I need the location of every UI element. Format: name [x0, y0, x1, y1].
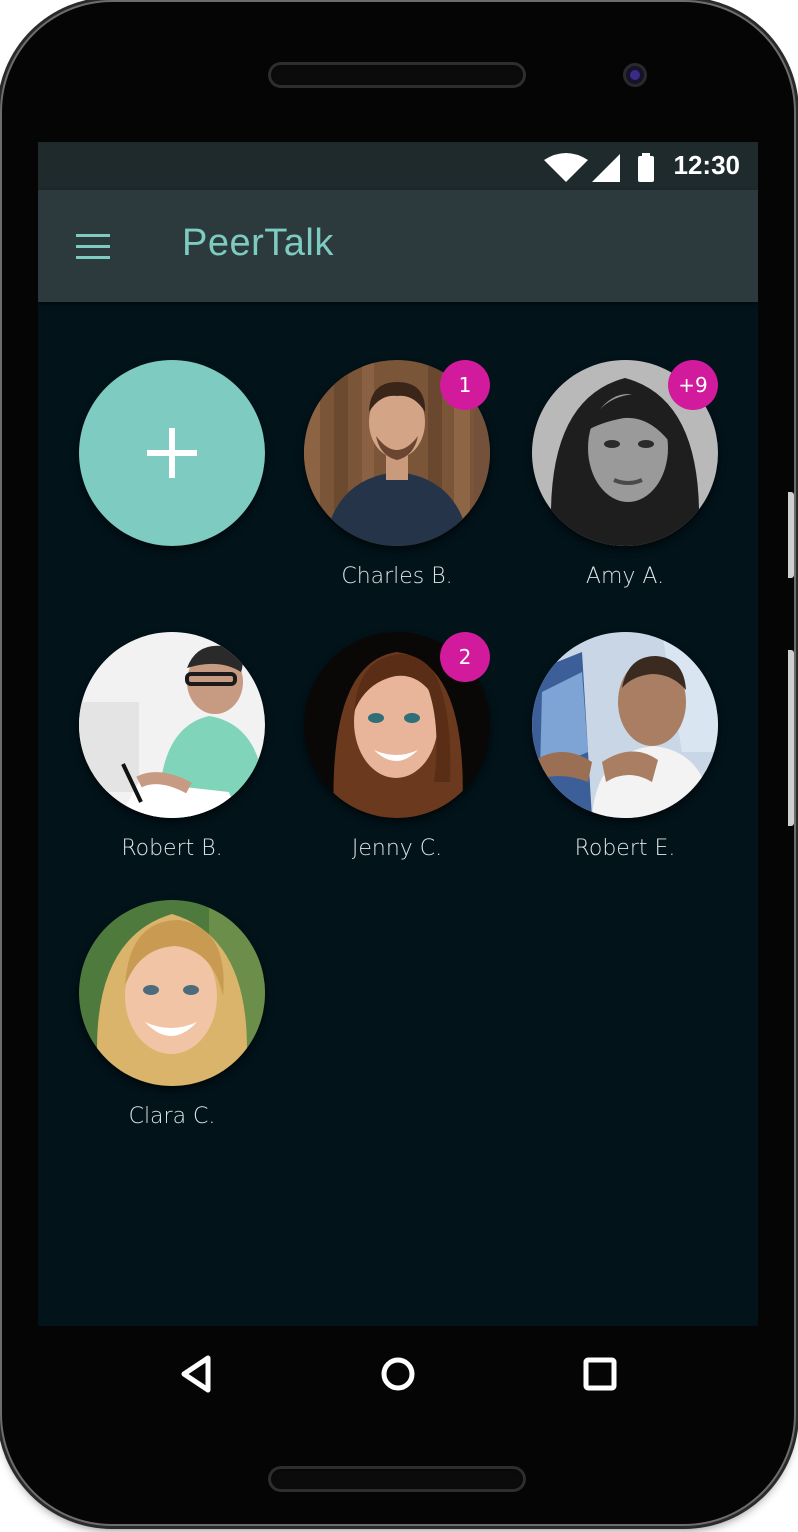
- wifi-icon: [544, 153, 588, 182]
- unread-badge: 1: [440, 360, 490, 410]
- volume-button: [788, 492, 794, 578]
- unread-badge: +9: [668, 360, 718, 410]
- contact-name: Charles B.: [341, 564, 453, 589]
- recents-square-icon[interactable]: [580, 1354, 620, 1394]
- contact-name: Amy A.: [585, 564, 665, 589]
- app-bar: PeerTalk: [38, 190, 758, 302]
- status-time: 12:30: [673, 150, 741, 180]
- back-triangle-icon[interactable]: [178, 1354, 214, 1394]
- status-bar: 12:30: [38, 142, 758, 190]
- hamburger-menu-icon[interactable]: [74, 234, 114, 260]
- front-camera: [623, 63, 647, 87]
- app-title: PeerTalk: [182, 222, 334, 264]
- signal-icon: [592, 154, 620, 182]
- avatar[interactable]: [79, 632, 265, 818]
- status-icons: [544, 153, 654, 182]
- power-button: [788, 650, 794, 826]
- contact-name: Clara C.: [128, 1104, 216, 1129]
- home-circle-icon[interactable]: [378, 1354, 418, 1394]
- contact-name: Robert E.: [574, 836, 676, 861]
- contact-name: Robert B.: [121, 836, 223, 861]
- top-speaker: [268, 62, 526, 88]
- phone-frame: 12:30 PeerTalk 1 Charles B. +9 Amy A. Ro…: [2, 2, 794, 1524]
- avatar[interactable]: [532, 632, 718, 818]
- unread-badge: 2: [440, 632, 490, 682]
- avatar[interactable]: [79, 900, 265, 1086]
- screen: 12:30 PeerTalk 1 Charles B. +9 Amy A. Ro…: [38, 142, 758, 1326]
- battery-icon: [638, 156, 654, 182]
- contact-name: Jenny C.: [351, 836, 443, 861]
- bottom-speaker: [268, 1466, 526, 1492]
- add-contact-button[interactable]: [79, 360, 265, 546]
